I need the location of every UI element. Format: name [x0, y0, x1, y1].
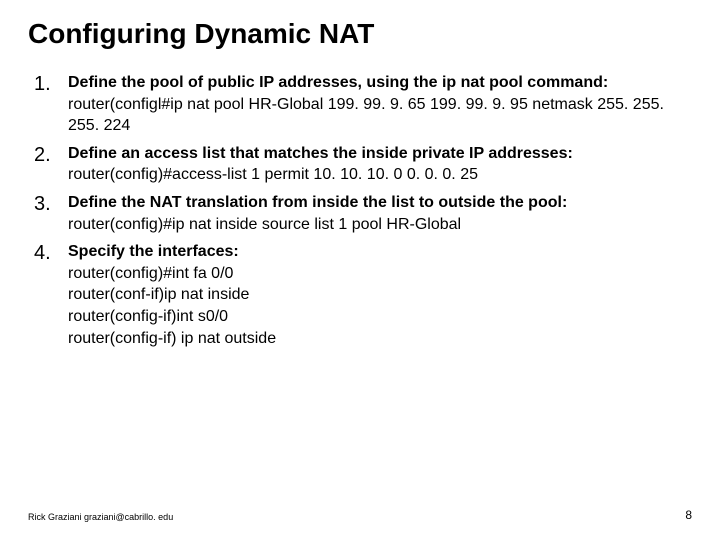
- item-command: router(config-if) ip nat outside: [68, 328, 692, 350]
- list-item: 1. Define the pool of public IP addresse…: [34, 72, 692, 137]
- item-command: router(conf-if)ip nat inside: [68, 284, 692, 306]
- item-body: Specify the interfaces: router(config)#i…: [68, 241, 692, 349]
- slide-title: Configuring Dynamic NAT: [28, 18, 692, 50]
- item-lead: Define the NAT translation from inside t…: [68, 192, 692, 214]
- item-lead: Define the pool of public IP addresses, …: [68, 72, 692, 94]
- item-command: router(config)#access-list 1 permit 10. …: [68, 164, 692, 186]
- item-number: 2.: [34, 143, 68, 186]
- item-body: Define the pool of public IP addresses, …: [68, 72, 692, 137]
- item-body: Define an access list that matches the i…: [68, 143, 692, 186]
- item-number: 3.: [34, 192, 68, 235]
- item-number: 4.: [34, 241, 68, 349]
- footer-author: Rick Graziani graziani@cabrillo. edu: [28, 512, 173, 522]
- item-lead: Specify the interfaces:: [68, 241, 692, 263]
- item-lead: Define an access list that matches the i…: [68, 143, 692, 165]
- list-item: 3. Define the NAT translation from insid…: [34, 192, 692, 235]
- item-body: Define the NAT translation from inside t…: [68, 192, 692, 235]
- item-command: router(config)#ip nat inside source list…: [68, 214, 692, 236]
- page-number: 8: [685, 508, 692, 522]
- item-command: router(config)#int fa 0/0: [68, 263, 692, 285]
- item-command: router(config-if)int s0/0: [68, 306, 692, 328]
- item-number: 1.: [34, 72, 68, 137]
- list-item: 2. Define an access list that matches th…: [34, 143, 692, 186]
- item-command: router(configl#ip nat pool HR-Global 199…: [68, 94, 692, 137]
- list-item: 4. Specify the interfaces: router(config…: [34, 241, 692, 349]
- slide: Configuring Dynamic NAT 1. Define the po…: [0, 0, 720, 540]
- ordered-list: 1. Define the pool of public IP addresse…: [28, 72, 692, 349]
